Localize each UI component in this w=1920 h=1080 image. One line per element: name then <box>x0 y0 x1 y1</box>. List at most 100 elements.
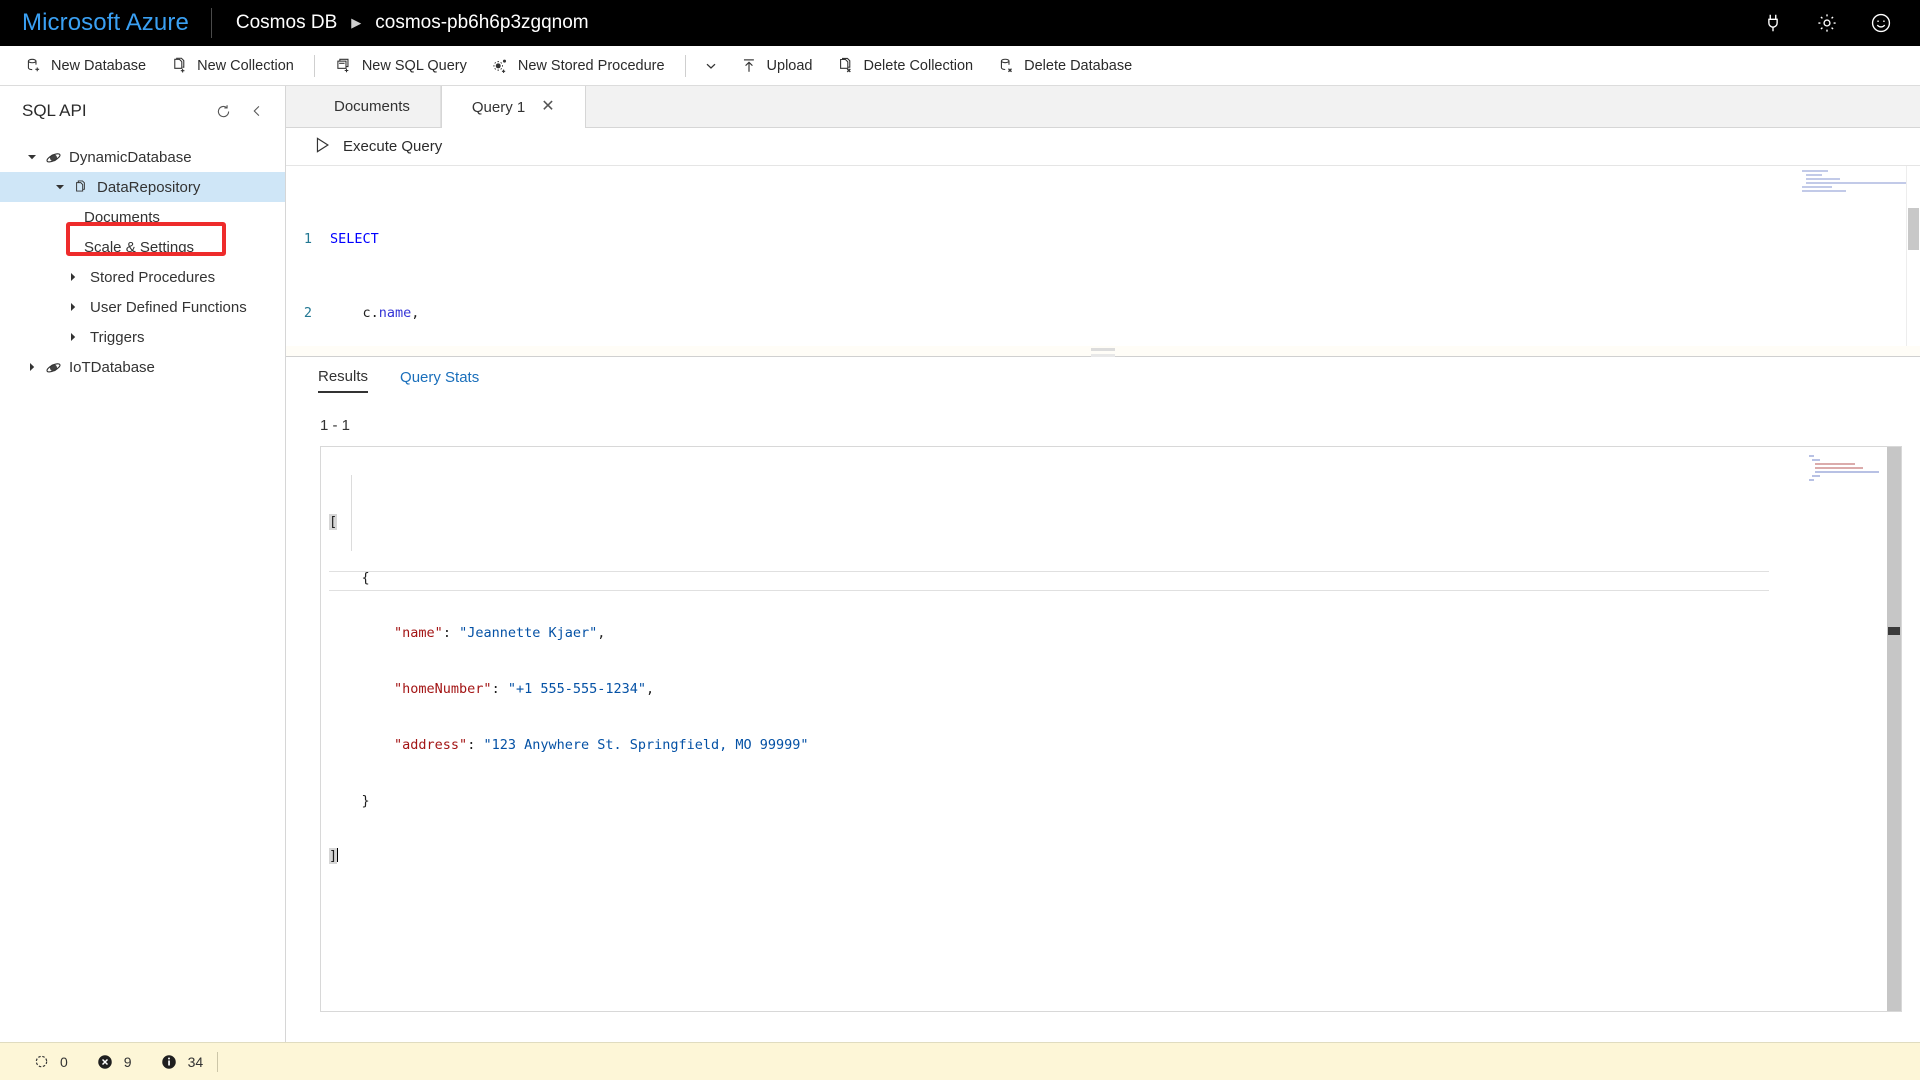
tree-node-stored-procedures[interactable]: Stored Procedures <box>0 262 285 292</box>
tab-label: Documents <box>334 98 410 115</box>
new-database-icon <box>24 56 43 75</box>
sql-code[interactable]: 1 SELECT 2 c.name, 3 c.phoneNumber.home … <box>286 166 1920 346</box>
new-collection-label: New Collection <box>197 58 294 74</box>
delete-database-button[interactable]: Delete Database <box>985 50 1144 82</box>
tree-node-documents[interactable]: Documents <box>0 202 285 232</box>
twisty-right-icon[interactable] <box>65 269 81 285</box>
tree-node-label: Scale & Settings <box>84 239 194 256</box>
top-bar-actions <box>1760 10 1920 36</box>
tree-node-scale-and-settings[interactable]: Scale & Settings <box>0 232 285 262</box>
new-stored-procedure-button[interactable]: New Stored Procedure <box>479 50 677 82</box>
editor-results-splitter[interactable] <box>286 346 1920 357</box>
delete-collection-label: Delete Collection <box>864 58 974 74</box>
main-content: Documents Query 1 ✕ Execute Query <box>286 86 1920 1042</box>
tree-node-triggers[interactable]: Triggers <box>0 322 285 352</box>
plug-icon[interactable] <box>1760 10 1786 36</box>
results-vertical-scrollbar[interactable] <box>1887 447 1901 1011</box>
smiley-icon[interactable] <box>1868 10 1894 36</box>
collapse-left-icon[interactable] <box>247 101 267 121</box>
more-commands-chevron-down-icon[interactable] <box>694 50 728 82</box>
query-command-bar: Execute Query <box>286 128 1920 166</box>
new-database-button[interactable]: New Database <box>12 50 158 82</box>
cosmos-database-icon <box>43 149 63 166</box>
code-text: c.name, <box>322 304 419 323</box>
indent-guide <box>351 475 352 551</box>
tree-node-label: DynamicDatabase <box>69 149 192 166</box>
new-sql-query-button[interactable]: New SQL Query <box>323 50 479 82</box>
chevron-right-icon: ▶ <box>351 15 361 31</box>
code-line: 2 c.name, <box>286 304 1920 323</box>
execute-query-label: Execute Query <box>343 138 442 155</box>
tree-node-label: Stored Procedures <box>84 269 215 286</box>
results-pane: Results Query Stats 1 - 1 [ { "name": "J… <box>286 357 1920 1042</box>
json-rule-upper <box>329 571 1769 572</box>
new-sql-query-icon <box>335 56 354 75</box>
new-stored-procedure-label: New Stored Procedure <box>518 58 665 74</box>
json-line: "address": "123 Anywhere St. Springfield… <box>329 736 1901 755</box>
status-info-value: 34 <box>188 1054 204 1070</box>
line-number: 2 <box>286 304 322 323</box>
scrollbar-thumb[interactable] <box>1888 627 1900 635</box>
twisty-right-icon[interactable] <box>65 329 81 345</box>
code-text: SELECT <box>322 230 379 249</box>
play-icon <box>314 136 331 158</box>
status-divider <box>217 1052 218 1072</box>
breadcrumb-account[interactable]: cosmos-pb6h6p3zgqnom <box>375 12 588 34</box>
tab-documents[interactable]: Documents <box>304 86 441 127</box>
results-json-code[interactable]: [ { "name": "Jeannette Kjaer", "homeNumb… <box>321 447 1901 922</box>
status-bar: 0 9 34 <box>0 1042 1920 1080</box>
twisty-down-icon[interactable] <box>24 149 40 165</box>
tree-node-iotdatabase[interactable]: IoTDatabase <box>0 352 285 382</box>
upload-icon <box>740 56 759 75</box>
sync-icon <box>32 1053 50 1071</box>
scrollbar-thumb[interactable] <box>1908 208 1919 250</box>
main-body: SQL API <box>0 86 1920 1042</box>
toolbar-divider-1 <box>314 55 315 77</box>
resource-tree-sidebar: SQL API <box>0 86 286 1042</box>
command-toolbar: New Database New Collection <box>0 46 1920 86</box>
sql-query-editor[interactable]: 1 SELECT 2 c.name, 3 c.phoneNumber.home … <box>286 166 1920 346</box>
json-line: ] <box>329 847 1901 866</box>
top-navigation-bar: Microsoft Azure Cosmos DB ▶ cosmos-pb6h6… <box>0 0 1920 46</box>
editor-vertical-scrollbar[interactable] <box>1906 166 1920 346</box>
tab-query-stats[interactable]: Query Stats <box>400 369 479 392</box>
sidebar-header: SQL API <box>0 86 285 136</box>
tree-node-label: Documents <box>84 209 160 226</box>
delete-database-icon <box>997 56 1016 75</box>
gear-icon[interactable] <box>1814 10 1840 36</box>
twisty-down-icon[interactable] <box>52 179 68 195</box>
new-collection-button[interactable]: New Collection <box>158 50 306 82</box>
json-rule-lower <box>329 590 1769 591</box>
json-line: [ <box>329 513 1901 532</box>
status-error-value: 9 <box>124 1054 132 1070</box>
code-line: 1 SELECT <box>286 230 1920 249</box>
refresh-icon[interactable] <box>213 101 233 121</box>
close-icon[interactable]: ✕ <box>541 99 554 115</box>
twisty-right-icon[interactable] <box>65 299 81 315</box>
breadcrumb-service[interactable]: Cosmos DB <box>236 12 337 34</box>
tree-node-user-defined-functions[interactable]: User Defined Functions <box>0 292 285 322</box>
azure-brand-logo[interactable]: Microsoft Azure <box>0 11 211 35</box>
tab-results[interactable]: Results <box>318 368 368 393</box>
tree-node-datarepository[interactable]: DataRepository <box>0 172 285 202</box>
info-icon <box>160 1053 178 1071</box>
upload-button[interactable]: Upload <box>728 50 825 82</box>
delete-collection-button[interactable]: Delete Collection <box>825 50 986 82</box>
splitter-grip <box>1091 348 1115 351</box>
upload-label: Upload <box>767 58 813 74</box>
results-json-viewer[interactable]: [ { "name": "Jeannette Kjaer", "homeNumb… <box>320 446 1902 1012</box>
status-sync-item[interactable]: 0 <box>18 1053 82 1071</box>
cosmos-database-icon <box>43 359 63 376</box>
results-minimap[interactable] <box>1809 455 1879 483</box>
tree-node-dynamicdatabase[interactable]: DynamicDatabase <box>0 142 285 172</box>
delete-collection-icon <box>837 56 856 75</box>
breadcrumb: Cosmos DB ▶ cosmos-pb6h6p3zgqnom <box>212 12 589 34</box>
json-line: "homeNumber": "+1 555-555-1234", <box>329 680 1901 699</box>
results-range-label: 1 - 1 <box>308 403 1920 446</box>
status-info-item[interactable]: 34 <box>146 1053 218 1071</box>
execute-query-button[interactable]: Execute Query <box>308 132 448 162</box>
tab-query-1[interactable]: Query 1 ✕ <box>441 86 586 128</box>
twisty-right-icon[interactable] <box>24 359 40 375</box>
data-explorer-app: Microsoft Azure Cosmos DB ▶ cosmos-pb6h6… <box>0 0 1920 1080</box>
status-error-item[interactable]: 9 <box>82 1053 146 1071</box>
